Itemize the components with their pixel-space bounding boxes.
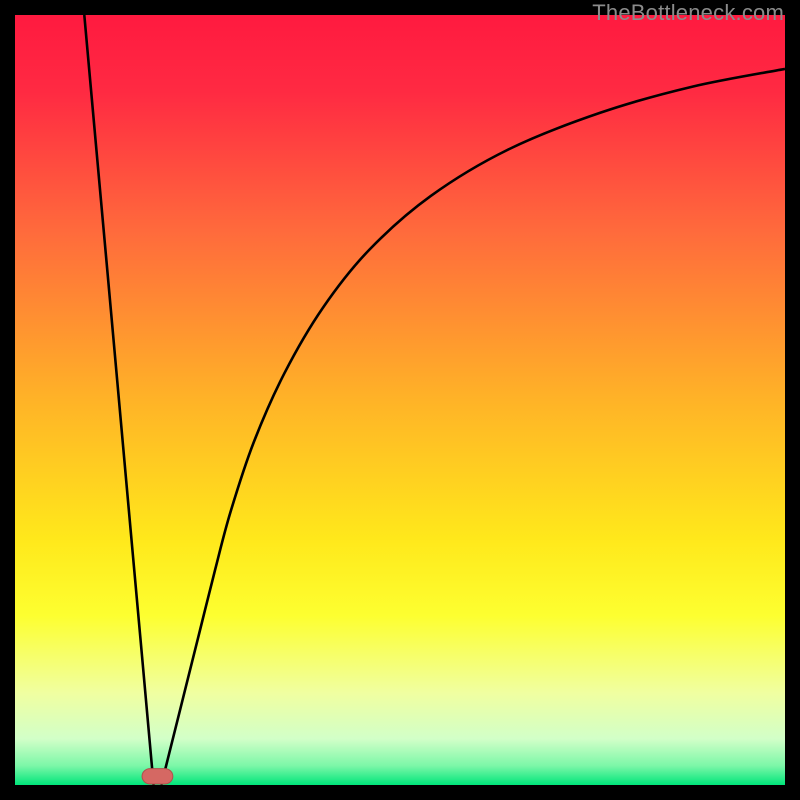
watermark-text: TheBottleneck.com — [592, 0, 784, 26]
optimum-marker — [142, 769, 173, 784]
chart-frame: TheBottleneck.com — [0, 0, 800, 800]
chart-canvas — [15, 15, 785, 785]
gradient-background — [15, 15, 785, 785]
